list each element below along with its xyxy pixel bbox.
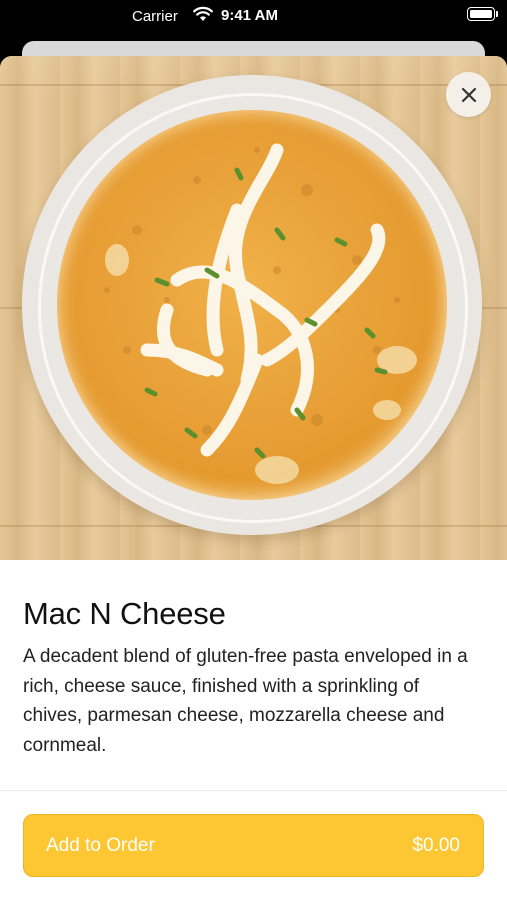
close-button[interactable] xyxy=(446,72,491,117)
item-description: A decadent blend of gluten-free pasta en… xyxy=(23,646,468,756)
status-bar: Carrier 9:41 AM xyxy=(0,0,507,34)
clock-time: 9:41 AM xyxy=(221,7,278,24)
item-detail-sheet: Mac N Cheese A decadent blend of gluten-… xyxy=(0,56,507,900)
close-icon xyxy=(461,87,476,102)
wifi-icon xyxy=(193,6,213,21)
add-to-order-button[interactable]: Add to Order $0.00 xyxy=(23,814,484,877)
divider xyxy=(0,790,507,791)
mac-n-cheese-photo xyxy=(0,56,507,560)
order-price: $0.00 xyxy=(412,835,460,856)
item-title: Mac N Cheese xyxy=(23,596,226,631)
add-to-order-label: Add to Order xyxy=(46,835,155,856)
battery-tip xyxy=(496,11,498,17)
battery-icon xyxy=(467,7,495,21)
carrier-label: Carrier xyxy=(132,8,178,25)
toppings-illustration xyxy=(104,143,417,484)
